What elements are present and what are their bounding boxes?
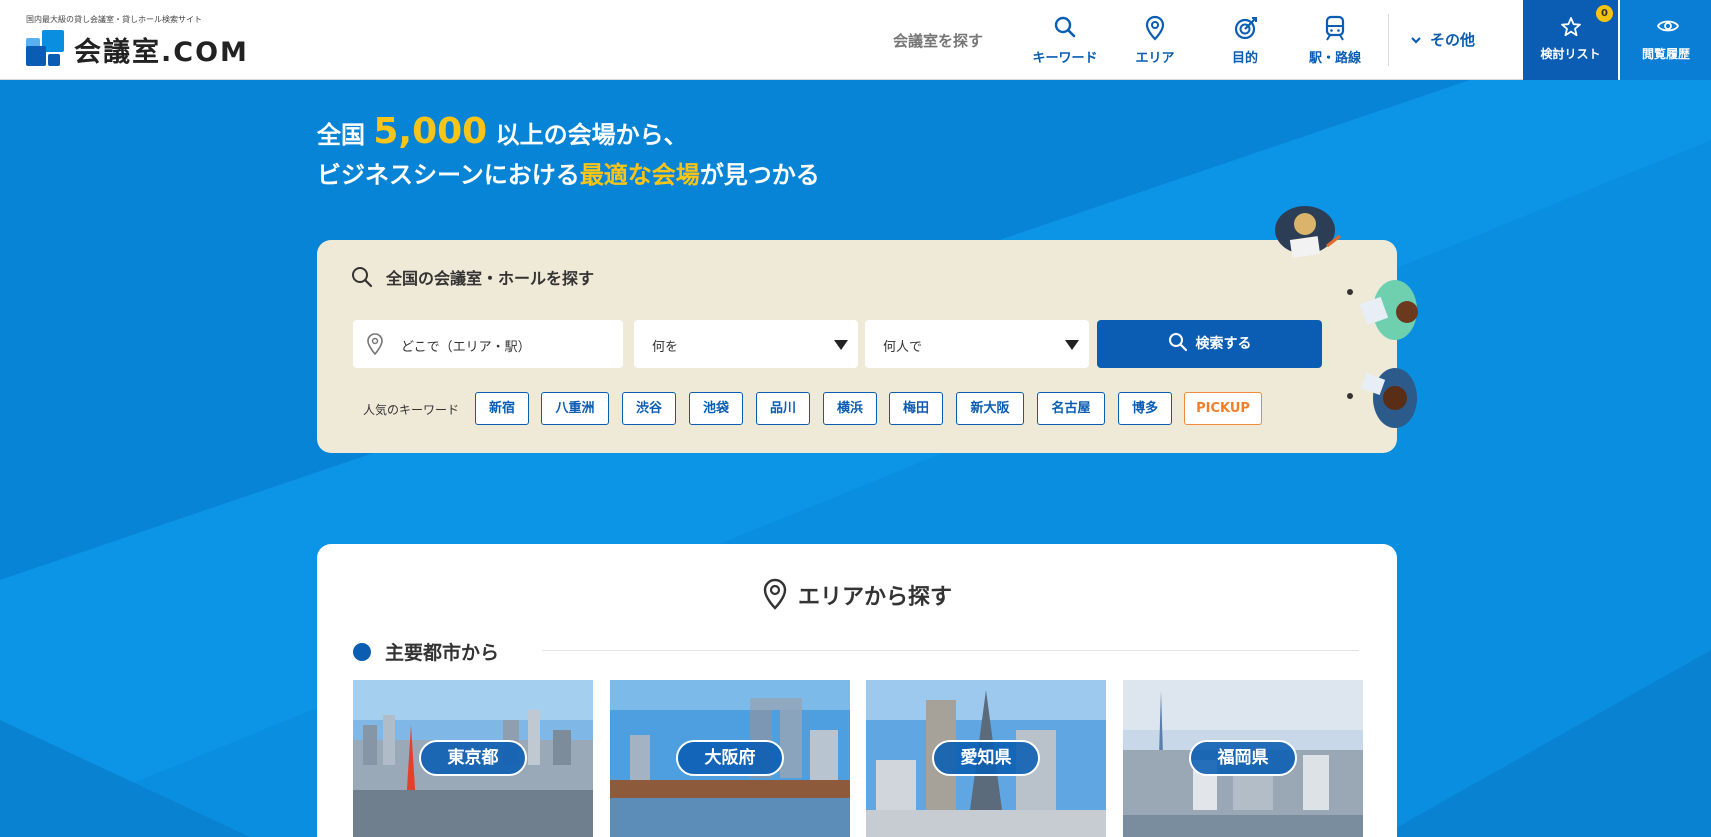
search-icon [1168,333,1187,352]
logo-text[interactable]: 会議室.COM [74,30,249,69]
search-button-label: 検索する [1195,336,1252,352]
city-label: 東京都 [419,740,527,776]
favorites-count-badge: 0 [1596,5,1613,22]
search-panel: 全国の会議室・ホールを探す どこで（エリア・駅） 何を 何人で 検索する 人気の… [317,240,1397,453]
dropdown-caret-icon [834,340,848,350]
map-pin-icon [367,333,383,355]
search-icon [352,267,373,288]
nav-keyword[interactable]: キーワード [1020,0,1110,80]
hero-line2-highlight: 最適な会場 [579,161,700,189]
chevron-down-icon [1411,37,1421,44]
people-select[interactable]: 何人で [865,320,1089,368]
nav-other-label: その他 [1430,31,1476,49]
nav-purpose[interactable]: 目的 [1200,0,1290,80]
find-room-label: 会議室を探す [893,32,984,50]
history-button[interactable]: 閲覧履歴 [1619,0,1711,80]
logo-icon[interactable] [26,30,64,66]
train-icon [1325,15,1345,41]
major-cities-heading: 主要都市から [353,638,499,665]
heading-divider [542,650,1359,651]
star-icon [1561,17,1581,37]
history-label: 閲覧履歴 [1641,47,1690,61]
keyword-chip[interactable]: 新宿 [475,392,529,425]
nav-divider [1388,14,1389,66]
nav-area-label: エリア [1135,51,1175,66]
search-panel-title-text: 全国の会議室・ホールを探す [386,269,595,288]
keyword-chip[interactable]: 品川 [756,392,810,425]
bullet-dot [353,643,371,661]
keyword-chip[interactable]: 新大阪 [956,392,1024,425]
keyword-chip[interactable]: 博多 [1118,392,1172,425]
site-header: 国内最大級の貸し会議室・貸しホール検索サイト 会議室.COM 会議室を探す キー… [0,0,1711,80]
favorites-label: 検討リスト [1540,47,1601,61]
area-title-text: エリアから探す [797,585,952,610]
city-card-osaka[interactable]: 大阪府 [610,680,850,837]
hero-venue-count: 5,000 [373,111,488,152]
popular-keywords-label: 人気のキーワード [363,403,460,417]
nav-keyword-label: キーワード [1032,51,1098,66]
city-label: 愛知県 [932,740,1040,776]
dropdown-caret-icon [1065,340,1079,350]
keyword-chip[interactable]: 梅田 [889,392,943,425]
city-card-fukuoka[interactable]: 福岡県 [1123,680,1363,837]
nav-purpose-label: 目的 [1231,51,1258,66]
keyword-chip[interactable]: 渋谷 [622,392,676,425]
area-search-card: エリアから探す 主要都市から 東京都 大阪府 愛知県 福岡県 [317,544,1397,837]
nav-station[interactable]: 駅・路線 [1290,0,1380,80]
eye-icon [1657,20,1679,32]
map-pin-icon [763,578,787,610]
hero-line1-suffix: 以上の会場から、 [495,121,688,149]
where-placeholder: どこで（エリア・駅） [401,340,531,355]
city-label: 福岡県 [1189,740,1297,776]
hero-line1-prefix: 全国 [317,121,365,149]
logo-tagline: 国内最大級の貸し会議室・貸しホール検索サイト [26,15,202,24]
pickup-chip[interactable]: PICKUP [1184,392,1262,425]
hero-line2-suffix: が見つかる [699,161,820,189]
what-placeholder: 何を [652,340,679,355]
city-card-tokyo[interactable]: 東京都 [353,680,593,837]
people-placeholder: 何人で [883,340,923,355]
city-label: 大阪府 [676,740,784,776]
keyword-chip[interactable]: 横浜 [823,392,877,425]
hero-line2-prefix: ビジネスシーンにおける [317,161,580,189]
nav-other-dropdown[interactable]: その他 [1410,29,1475,50]
target-icon [1234,17,1257,40]
map-pin-icon [1145,15,1165,41]
keyword-chip[interactable]: 八重洲 [541,392,609,425]
search-icon [1054,16,1076,38]
search-panel-title: 全国の会議室・ホールを探す [351,265,594,289]
what-select[interactable]: 何を [634,320,858,368]
nav-area[interactable]: エリア [1110,0,1200,80]
keyword-chip[interactable]: 池袋 [689,392,743,425]
area-title: エリアから探す [317,578,1397,611]
city-card-aichi[interactable]: 愛知県 [866,680,1106,837]
keyword-chip[interactable]: 名古屋 [1037,392,1105,425]
where-input[interactable]: どこで（エリア・駅） [353,320,623,368]
hero-headline: 全国 5,000 以上の会場から、 ビジネスシーンにおける最適な会場が見つかる [317,112,820,195]
major-cities-heading-text: 主要都市から [385,642,500,664]
nav-station-label: 駅・路線 [1308,51,1361,66]
meeting-people-illustration [1275,206,1418,428]
